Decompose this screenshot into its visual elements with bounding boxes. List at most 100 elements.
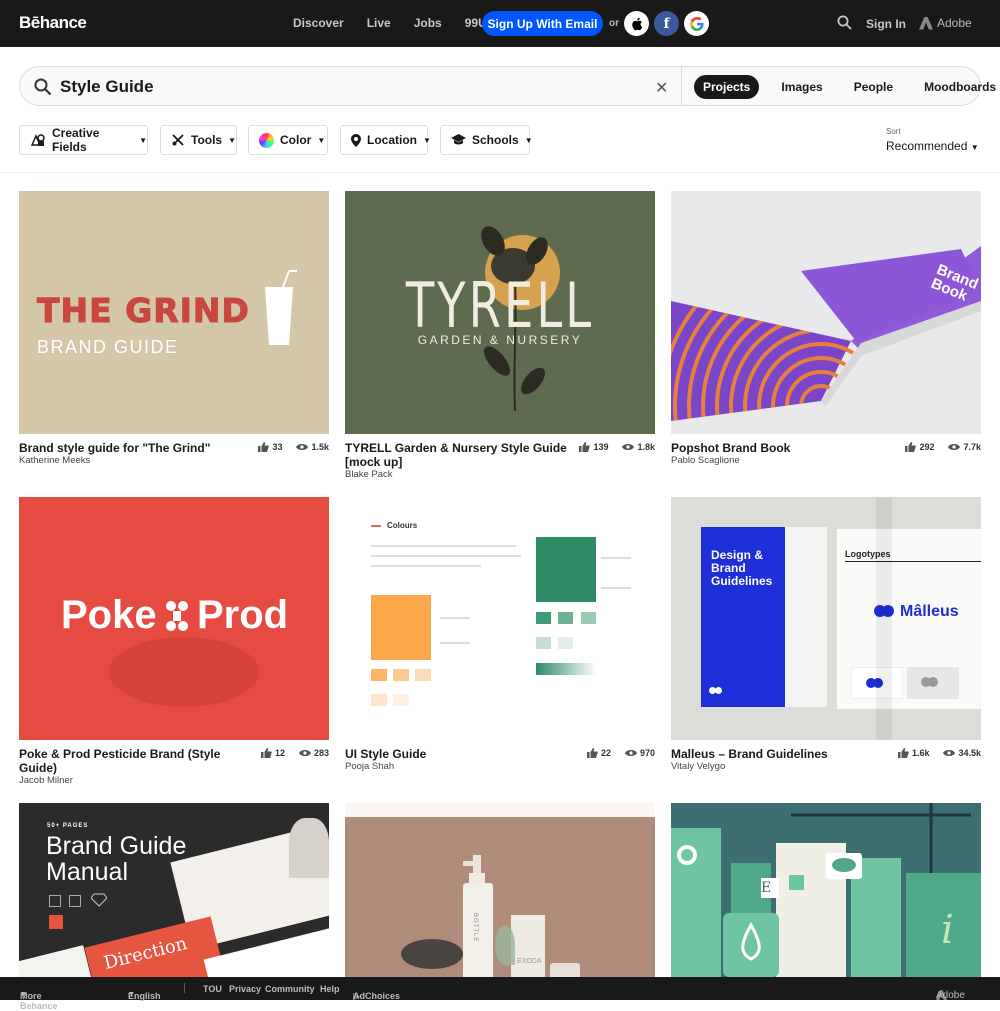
project-owner[interactable]: Jacob Milner bbox=[19, 775, 73, 786]
project-thumbnail[interactable]: Design & Brand Guidelines Logotypes Mâll… bbox=[671, 497, 981, 740]
adobe-link[interactable]: Adobe bbox=[919, 16, 972, 30]
like-count: 22 bbox=[600, 748, 611, 758]
art-logo-dots bbox=[709, 687, 725, 695]
project-title[interactable]: Popshot Brand Book bbox=[671, 441, 901, 455]
signin-link[interactable]: Sign In bbox=[866, 17, 906, 31]
like-count: 292 bbox=[919, 442, 935, 452]
project-owner[interactable]: Pooja Shah bbox=[345, 761, 394, 772]
art-letter: E bbox=[761, 880, 772, 896]
creative-fields-icon bbox=[30, 133, 46, 147]
filters-divider bbox=[0, 172, 1000, 173]
project-title[interactable]: Brand style guide for "The Grind" bbox=[19, 441, 249, 455]
top-search-button[interactable] bbox=[837, 15, 852, 35]
search-input[interactable] bbox=[60, 73, 650, 101]
eye-icon bbox=[298, 750, 311, 756]
art-accent-line bbox=[371, 525, 381, 527]
art-shadow bbox=[109, 637, 259, 707]
apple-signin-button[interactable] bbox=[624, 11, 649, 36]
project-title[interactable]: Poke & Prod Pesticide Brand (Style Guide… bbox=[19, 747, 249, 775]
diamond-icon bbox=[91, 893, 107, 907]
art-swatch bbox=[536, 612, 551, 624]
view-count: 970 bbox=[639, 748, 655, 758]
cross-mark-icon bbox=[166, 601, 188, 631]
art-tube bbox=[511, 915, 545, 977]
tab-projects[interactable]: Projects bbox=[694, 75, 760, 99]
chevron-down-icon: ▼ bbox=[970, 143, 979, 152]
google-icon bbox=[689, 16, 704, 31]
chevron-down-icon: ▼ bbox=[139, 135, 147, 145]
tab-people[interactable]: People bbox=[845, 75, 902, 99]
nav-link-discover[interactable]: Discover bbox=[293, 16, 344, 30]
tab-images[interactable]: Images bbox=[772, 75, 831, 99]
sort-label: Sort bbox=[886, 127, 901, 136]
view-count: 1.5k bbox=[311, 442, 329, 452]
apple-icon bbox=[631, 17, 642, 30]
graduation-cap-icon bbox=[451, 134, 466, 146]
footer-link-privacy[interactable]: Privacy bbox=[229, 984, 261, 994]
art-swatch bbox=[558, 612, 573, 624]
search-divider bbox=[681, 67, 682, 105]
project-thumbnail[interactable]: TYRELL GARDEN & NURSERY bbox=[345, 191, 655, 434]
project-thumbnail[interactable]: i E bbox=[671, 803, 981, 977]
adobe-icon bbox=[919, 16, 933, 30]
art-swatch bbox=[393, 669, 409, 681]
signup-email-button[interactable]: Sign Up With Email bbox=[482, 11, 603, 36]
clear-search-icon[interactable]: ✕ bbox=[655, 78, 668, 98]
project-thumbnail[interactable]: Brand Book bbox=[671, 191, 981, 434]
filter-schools[interactable]: Schools ▼ bbox=[440, 125, 533, 155]
project-owner[interactable]: Pablo Scaglione bbox=[671, 455, 740, 466]
project-stats: 33 1.5k bbox=[258, 442, 329, 452]
search-type-tabs: Projects Images People Moodboards bbox=[694, 75, 1000, 99]
art-gradient bbox=[536, 663, 596, 675]
filter-label: Schools bbox=[472, 133, 519, 147]
footer-link-tou[interactable]: TOU bbox=[203, 984, 222, 994]
art-tube-label: EXODA bbox=[517, 958, 542, 965]
tab-moodboards[interactable]: Moodboards bbox=[915, 75, 1000, 99]
project-owner[interactable]: Katherine Meeks bbox=[19, 455, 90, 466]
book-mockup-illustration bbox=[671, 246, 981, 421]
footer-bar: More Behance ▼ English ▼ TOU Privacy Com… bbox=[0, 977, 1000, 1011]
project-owner[interactable]: Blake Pack bbox=[345, 469, 393, 480]
art-pump bbox=[463, 861, 479, 866]
art-leaf bbox=[495, 925, 515, 965]
behance-logo[interactable]: Bēhance bbox=[19, 13, 87, 33]
facebook-icon: f bbox=[663, 15, 670, 32]
facebook-signin-button[interactable]: f bbox=[654, 11, 679, 36]
chevron-down-icon: ▼ bbox=[317, 135, 326, 145]
tools-icon bbox=[171, 133, 185, 147]
chevron-down-icon: ▼ bbox=[20, 991, 27, 998]
art-subtitle: BRAND GUIDE bbox=[37, 337, 179, 357]
filter-location[interactable]: Location ▼ bbox=[340, 125, 431, 155]
filter-tools[interactable]: Tools ▼ bbox=[160, 125, 237, 155]
project-title[interactable]: Malleus – Brand Guidelines bbox=[671, 747, 901, 761]
art-swatch bbox=[49, 915, 63, 929]
color-wheel-icon bbox=[259, 132, 274, 148]
filter-creative-fields[interactable]: Creative Fields ▼ bbox=[19, 125, 148, 155]
art-jar bbox=[550, 963, 580, 977]
art-heading: Colours bbox=[387, 521, 418, 530]
footer-link-community[interactable]: Community bbox=[265, 984, 315, 994]
project-thumbnail[interactable]: BOTTLE EXODA bbox=[345, 803, 655, 977]
project-thumbnail[interactable]: 50+ PAGES Brand Guide Manual Direction bbox=[19, 803, 329, 977]
view-count: 34.5k bbox=[958, 748, 981, 758]
art-title: TYRELL bbox=[405, 269, 595, 342]
cup-icon bbox=[265, 270, 297, 345]
sort-dropdown[interactable]: Recommended ▼ bbox=[886, 139, 979, 153]
art-title: Poke bbox=[61, 593, 157, 637]
eye-icon bbox=[948, 444, 961, 450]
project-thumbnail[interactable]: THE GRIND BRAND GUIDE bbox=[19, 191, 329, 434]
nav-link-live[interactable]: Live bbox=[367, 16, 391, 30]
art-rule bbox=[845, 561, 981, 562]
google-signin-button[interactable] bbox=[684, 11, 709, 36]
footer-link-help[interactable]: Help bbox=[320, 984, 340, 994]
filter-color[interactable]: Color ▼ bbox=[248, 125, 328, 155]
project-title[interactable]: UI Style Guide bbox=[345, 747, 575, 761]
thumbs-up-icon bbox=[260, 748, 272, 758]
project-title[interactable]: TYRELL Garden & Nursery Style Guide [moc… bbox=[345, 441, 575, 469]
project-thumbnail[interactable]: Colours bbox=[345, 497, 655, 740]
project-owner[interactable]: Vitaly Velygo bbox=[671, 761, 725, 772]
nav-link-jobs[interactable]: Jobs bbox=[414, 16, 442, 30]
chevron-down-icon: ▼ bbox=[524, 135, 533, 145]
project-thumbnail[interactable]: Poke Prod bbox=[19, 497, 329, 740]
footer-label: Adobe bbox=[936, 990, 965, 1001]
